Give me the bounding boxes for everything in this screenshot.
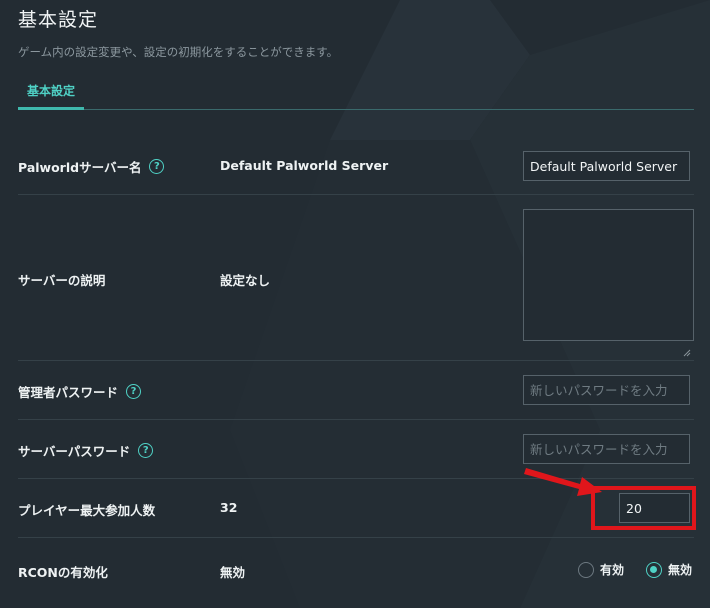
page-title: 基本設定: [18, 9, 99, 31]
admin-password-label: 管理者パスワード: [18, 385, 119, 400]
admin-password-label-group: 管理者パスワード ?: [18, 382, 142, 401]
server-description-current: 設定なし: [220, 273, 271, 288]
rcon-option-enabled[interactable]: 有効: [577, 561, 624, 578]
help-icon[interactable]: ?: [149, 159, 165, 174]
server-password-input[interactable]: [523, 434, 690, 464]
max-players-label-group: プレイヤー最大参加人数: [18, 500, 155, 519]
help-icon[interactable]: ?: [126, 384, 142, 399]
rcon-option-disabled[interactable]: 無効: [645, 561, 692, 578]
row-server-name: Palworldサーバー名 ? Default Palworld Server: [18, 137, 694, 195]
max-players-label: プレイヤー最大参加人数: [18, 503, 156, 518]
row-rcon: RCONの有効化 無効 有効 無効: [18, 538, 694, 608]
max-players-input[interactable]: [619, 493, 690, 523]
rcon-radio-group: 有効 無効: [577, 561, 692, 578]
settings-page: 基本設定 ゲーム内の設定変更や、設定の初期化をすることができます。 基本設定 P…: [0, 0, 710, 608]
admin-password-input[interactable]: [523, 375, 690, 405]
row-admin-password: 管理者パスワード ?: [18, 361, 694, 420]
server-name-label-group: Palworldサーバー名 ?: [18, 157, 165, 176]
server-name-label: Palworldサーバー名: [18, 160, 142, 175]
rcon-option-disabled-label: 無効: [667, 563, 692, 577]
rcon-label: RCONの有効化: [18, 565, 108, 580]
rcon-current: 無効: [220, 565, 246, 580]
rcon-option-enabled-label: 有効: [599, 563, 624, 577]
help-icon[interactable]: ?: [138, 443, 154, 458]
server-description-label-group: サーバーの説明: [18, 270, 105, 289]
row-server-password: サーバーパスワード ?: [18, 420, 694, 479]
rcon-label-group: RCONの有効化: [18, 562, 108, 581]
server-password-label: サーバーパスワード: [18, 444, 131, 459]
server-description-textarea[interactable]: [523, 209, 694, 341]
server-name-current: Default Palworld Server: [220, 158, 389, 173]
server-description-label: サーバーの説明: [18, 273, 106, 288]
server-name-input[interactable]: [523, 151, 690, 181]
radio-checked-icon[interactable]: [645, 561, 662, 578]
tab-basic-settings[interactable]: 基本設定: [18, 78, 84, 110]
tab-bar: 基本設定: [18, 78, 694, 110]
page-description: ゲーム内の設定変更や、設定の初期化をすることができます。: [18, 45, 339, 59]
server-password-label-group: サーバーパスワード ?: [18, 441, 154, 460]
row-server-description: サーバーの説明 設定なし: [18, 195, 694, 361]
radio-unchecked-icon[interactable]: [577, 561, 594, 578]
resize-grip-icon[interactable]: [683, 349, 691, 357]
max-players-current: 32: [220, 500, 238, 515]
row-max-players: プレイヤー最大参加人数 32: [18, 479, 694, 538]
